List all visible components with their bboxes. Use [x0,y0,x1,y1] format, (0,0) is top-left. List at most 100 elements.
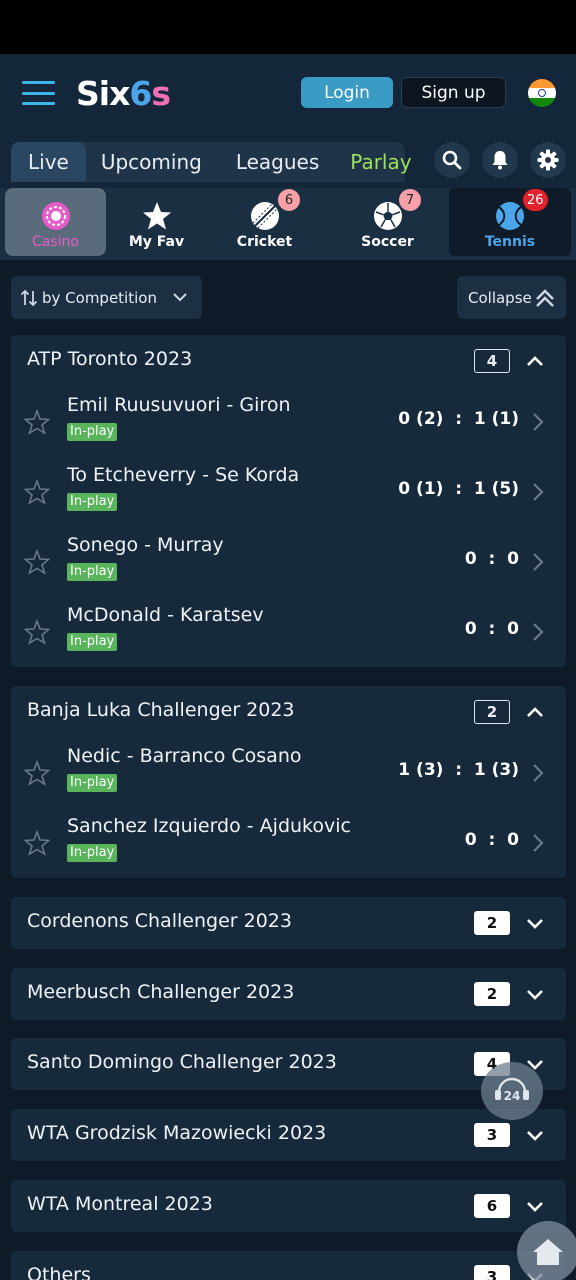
tab-parlay[interactable]: Parlay [338,142,423,182]
sport-casino[interactable]: Casino [5,188,106,256]
match-score: 0 (2) : 1 (1) [398,409,519,429]
collapse-all-button[interactable]: Collapse [457,276,566,319]
competition-others[interactable]: Others 3 [11,1251,566,1280]
logo[interactable]: Six6s [76,74,171,113]
chevron-right-icon [533,413,544,431]
match-row[interactable]: Sanchez Izquierdo - Ajdukovic In-play 0 … [11,808,566,878]
match-score: 0 : 0 [464,619,519,639]
search-button[interactable] [434,142,470,178]
home-icon [533,1239,563,1265]
sport-tennis[interactable]: 26 Tennis [449,188,571,256]
in-play-badge: In-play [67,633,118,651]
match-count: 3 [474,1123,510,1147]
sport-label: My Fav [128,234,185,250]
tab-live[interactable]: Live [11,142,86,182]
settings-button[interactable] [530,142,566,178]
tab-bar: Live Upcoming Leagues Parlay [11,142,412,182]
home-button[interactable] [517,1221,576,1280]
chevron-right-icon [533,483,544,501]
match-row[interactable]: Nedic - Barranco Cosano In-play 1 (3) : … [11,738,566,808]
match-name: Sanchez Izquierdo - Ajdukovic [67,815,351,837]
tab-upcoming[interactable]: Upcoming [86,142,217,182]
competition-name: ATP Toronto 2023 [27,348,193,370]
casino-chip-icon [41,202,70,230]
soccer-ball-icon [373,202,402,230]
competition-header[interactable]: ATP Toronto 2023 4 [11,335,566,387]
match-row[interactable]: McDonald - Karatsev In-play 0 : 0 [11,597,566,667]
signup-button[interactable]: Sign up [401,77,506,108]
menu-icon[interactable] [22,81,55,105]
top-bar: Six6s Login Sign up [0,54,576,132]
support-24-icon: 24 [495,1077,529,1103]
match-score: 0 (1) : 1 (5) [398,479,519,499]
double-chevron-up-icon [536,289,554,307]
login-button[interactable]: Login [301,77,393,108]
sport-label: Casino [32,234,79,250]
star-outline-icon[interactable] [24,479,50,505]
notifications-button[interactable] [482,142,518,178]
in-play-badge: In-play [67,844,118,862]
competition-meerbusch[interactable]: Meerbusch Challenger 2023 2 [11,968,566,1020]
competition-name: Cordenons Challenger 2023 [27,910,292,932]
competition-header[interactable]: WTA Montreal 2023 6 [11,1180,566,1232]
match-count: 3 [474,1265,510,1280]
competition-name: WTA Montreal 2023 [27,1193,213,1215]
competition-header[interactable]: Meerbusch Challenger 2023 2 [11,968,566,1020]
match-row[interactable]: To Etcheverry - Se Korda In-play 0 (1) :… [11,457,566,527]
competition-header[interactable]: Others 3 [11,1251,566,1280]
match-name: Nedic - Barranco Cosano [67,745,302,767]
competition-banja-luka: Banja Luka Challenger 2023 2 Nedic - Bar… [11,686,566,878]
sort-icon [20,289,38,306]
sport-cricket[interactable]: 6 Cricket [214,188,315,256]
match-name: To Etcheverry - Se Korda [67,464,300,486]
star-outline-icon[interactable] [24,760,50,786]
competition-header[interactable]: Cordenons Challenger 2023 2 [11,897,566,949]
competition-name: Banja Luka Challenger 2023 [27,699,295,721]
sort-label: by Competition [42,288,157,307]
chevron-up-icon [527,356,543,366]
chevron-right-icon [533,834,544,852]
match-row[interactable]: Sonego - Murray In-play 0 : 0 [11,527,566,597]
sport-label: Soccer [361,234,414,250]
chevron-down-icon [527,1202,543,1212]
cricket-count-badge: 6 [278,189,300,211]
star-outline-icon[interactable] [24,619,50,645]
competition-header[interactable]: Banja Luka Challenger 2023 2 [11,686,566,738]
tab-leagues[interactable]: Leagues [217,142,338,182]
sort-dropdown[interactable]: by Competition [11,276,202,319]
chevron-down-icon [527,919,543,929]
in-play-badge: In-play [67,423,118,441]
live-support-button[interactable]: 24 [481,1062,543,1120]
match-name: Sonego - Murray [67,534,224,556]
match-count: 4 [474,349,510,373]
star-outline-icon[interactable] [24,549,50,575]
star-outline-icon[interactable] [24,830,50,856]
tennis-count-badge: 26 [523,189,548,211]
star-outline-icon[interactable] [24,409,50,435]
chevron-down-icon [527,1131,543,1141]
competition-cordenons[interactable]: Cordenons Challenger 2023 2 [11,897,566,949]
sport-soccer[interactable]: 7 Soccer [337,188,438,256]
competition-wta-montreal[interactable]: WTA Montreal 2023 6 [11,1180,566,1232]
match-name: McDonald - Karatsev [67,604,264,626]
competition-name: Others [27,1264,91,1280]
sport-selector: Casino My Fav 6 Cricket 7 Soccer 26 Tenn… [0,188,576,260]
tab-row: Live Upcoming Leagues Parlay [0,132,576,188]
soccer-count-badge: 7 [399,189,421,211]
match-row[interactable]: Emil Ruusuvuori - Giron In-play 0 (2) : … [11,387,566,457]
chevron-right-icon [533,764,544,782]
india-flag-icon[interactable] [528,79,556,107]
competition-header[interactable]: WTA Grodzisk Mazowiecki 2023 3 [11,1109,566,1161]
chevron-down-icon [173,293,187,302]
gear-icon [537,149,559,171]
sport-my-fav[interactable]: My Fav [106,188,207,256]
competition-wta-grodzisk[interactable]: WTA Grodzisk Mazowiecki 2023 3 [11,1109,566,1161]
match-name: Emil Ruusuvuori - Giron [67,394,291,416]
match-count: 2 [474,700,510,724]
competition-name: Meerbusch Challenger 2023 [27,981,295,1003]
collapse-label: Collapse [468,288,532,307]
match-count: 2 [474,911,510,935]
chevron-down-icon [527,990,543,1000]
list-controls: by Competition Collapse [0,276,576,319]
status-bar [0,0,576,54]
